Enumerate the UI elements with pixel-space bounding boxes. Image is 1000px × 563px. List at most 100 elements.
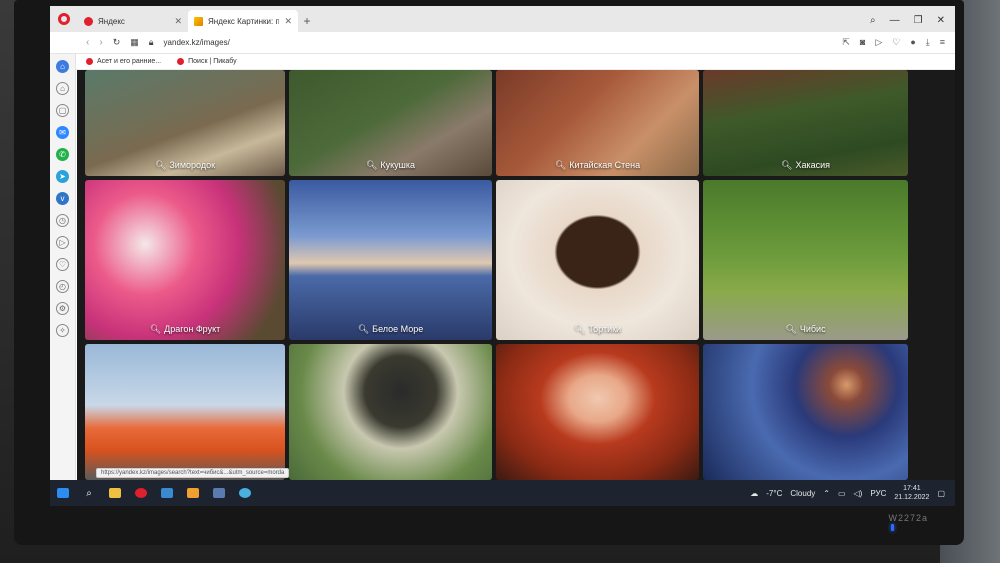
maximize-icon[interactable]: ❐: [914, 15, 923, 26]
heart-icon[interactable]: ♡: [892, 37, 900, 48]
weather-text[interactable]: Cloudy: [790, 489, 815, 498]
image-tile[interactable]: 🔍︎ Китайская Стена: [496, 70, 699, 176]
reload-icon[interactable]: ↻: [113, 37, 121, 48]
bookmark-item[interactable]: Асет и его ранние...: [86, 58, 161, 65]
tab-title: Яндекс Картинки: поиск ...: [208, 16, 280, 26]
tile-caption: 🔍︎ Кукушка: [365, 160, 416, 170]
opera-sidebar: ⌂ ⌂ ▢ ✉ ✆ ➤ v ◷ ▷ ♡ ◴ ⚙ ✧: [50, 54, 76, 480]
tab-yandex[interactable]: Яндекс ✕: [78, 10, 188, 32]
bookmark-item[interactable]: Поиск | Пикабу: [177, 58, 237, 65]
monitor: Яндекс ✕ Яндекс Картинки: поиск ... ✕ + …: [14, 0, 964, 545]
tile-caption: 🔍︎ Хакасия: [781, 160, 830, 170]
bookmark-favicon-icon: [177, 58, 185, 65]
taskbar: ⌕ ☁ -7°C Cloudy ⌃ ▭ ◁) РУС 17:41 21.12.2…: [50, 480, 955, 506]
language-indicator[interactable]: РУС: [870, 489, 886, 498]
file-explorer-icon[interactable]: [102, 480, 128, 506]
url-field[interactable]: yandex.kz/images/: [164, 38, 230, 47]
notifications-icon[interactable]: ▢: [937, 489, 945, 498]
search-icon: 🔍︎: [149, 324, 162, 334]
image-tile[interactable]: 🔍︎ Зимородок: [85, 70, 285, 176]
tab-bar: Яндекс ✕ Яндекс Картинки: поиск ... ✕ + …: [50, 6, 955, 32]
volume-icon[interactable]: ◁): [854, 489, 863, 498]
close-icon[interactable]: ✕: [174, 16, 182, 27]
whatsapp-icon[interactable]: ✆: [56, 148, 69, 161]
windows-start-icon[interactable]: [50, 480, 76, 506]
vk-icon[interactable]: v: [56, 192, 69, 205]
image-grid: 🔍︎ Зимородок 🔍︎ Кукушка 🔍︎ Китайская Стена …: [77, 70, 955, 480]
menu-icon[interactable]: ≡: [940, 37, 945, 48]
clock-icon[interactable]: ◷: [56, 214, 69, 227]
bookmark-favicon-icon: [86, 58, 93, 65]
network-icon[interactable]: ▭: [838, 489, 846, 498]
close-window-icon[interactable]: ✕: [937, 15, 945, 26]
camera-icon[interactable]: ◙: [860, 37, 865, 48]
monitor-brand: W2272a: [888, 513, 928, 523]
history-icon[interactable]: ◴: [56, 280, 69, 293]
forward-icon[interactable]: ›: [99, 37, 102, 48]
search-icon: 🔍︎: [554, 160, 567, 170]
cloud-icon: ☁: [750, 488, 759, 498]
tile-caption: 🔍︎ Тортики: [573, 324, 622, 334]
tile-caption: 🔍︎ Драгон Фрукт: [149, 324, 221, 334]
window-controls: ⌕ — ❐ ✕: [870, 15, 955, 32]
save-icon[interactable]: [206, 480, 232, 506]
opera-logo-icon[interactable]: [50, 6, 78, 32]
image-tile[interactable]: 🔍︎ Хакасия: [703, 70, 908, 176]
close-icon[interactable]: ✕: [284, 16, 292, 27]
new-tab-button[interactable]: +: [298, 10, 316, 32]
grid-icon[interactable]: ▦: [130, 37, 139, 48]
player-icon[interactable]: ▷: [56, 236, 69, 249]
tile-caption: 🔍︎ Китайская Стена: [554, 160, 641, 170]
bookmarks-bar: Асет и его ранние... Поиск | Пикабу: [50, 54, 955, 70]
time: 17:41: [903, 485, 921, 492]
tile-caption: 🔍︎ Зимородок: [154, 160, 216, 170]
yandex-favicon-icon: [84, 16, 93, 26]
search-icon: 🔍︎: [154, 160, 167, 170]
app-icon[interactable]: [180, 480, 206, 506]
power-led: [891, 524, 894, 531]
opera-taskbar-icon[interactable]: [128, 480, 154, 506]
search-icon: 🔍︎: [785, 324, 797, 334]
messenger-icon[interactable]: ✉: [56, 126, 69, 139]
minimize-icon[interactable]: —: [890, 15, 900, 26]
image-tile[interactable]: [289, 344, 492, 480]
status-url: https://yandex.kz/images/search?text=чиб…: [96, 468, 290, 478]
bag-icon[interactable]: ▢: [56, 104, 69, 117]
tab-yandex-images[interactable]: Яндекс Картинки: поиск ... ✕: [188, 10, 298, 32]
address-bar: ‹ › ↻ ▦ 🔒︎ yandex.kz/images/ ⇱ ◙ ▷ ♡ ● ⤓…: [50, 32, 955, 54]
image-tile[interactable]: [85, 344, 285, 480]
tab-title: Яндекс: [98, 16, 125, 26]
image-tile[interactable]: [703, 344, 908, 480]
system-tray: ☁ -7°C Cloudy ⌃ ▭ ◁) РУС 17:41 21.12.202…: [750, 484, 955, 502]
speed-dial-icon[interactable]: ⌂: [56, 82, 69, 95]
weather-temp[interactable]: -7°C: [766, 489, 782, 498]
back-icon[interactable]: ‹: [86, 37, 89, 48]
chevron-up-icon[interactable]: ⌃: [823, 489, 830, 498]
home-icon[interactable]: ⌂: [56, 60, 69, 73]
play-icon[interactable]: ▷: [875, 37, 882, 48]
image-tile[interactable]: [496, 344, 699, 480]
image-tile[interactable]: 🔍︎ Драгон Фрукт: [85, 180, 285, 340]
image-tile[interactable]: 🔍︎ Тортики: [496, 180, 699, 340]
download-icon[interactable]: ⤓: [926, 37, 930, 48]
image-tile[interactable]: 🔍︎ Белое Море: [289, 180, 492, 340]
search-icon: 🔍︎: [365, 160, 378, 170]
search-icon: 🔍︎: [357, 324, 370, 334]
image-tile[interactable]: 🔍︎ Чибис: [703, 180, 908, 340]
mail-icon[interactable]: [154, 480, 180, 506]
search-icon: 🔍︎: [573, 324, 586, 334]
images-favicon-icon: [194, 16, 203, 26]
settings-icon[interactable]: ⚙: [56, 302, 69, 315]
favorites-icon[interactable]: ♡: [56, 258, 69, 271]
photo-scene: Яндекс ✕ Яндекс Картинки: поиск ... ✕ + …: [0, 0, 1000, 563]
telegram-icon[interactable]: ➤: [56, 170, 69, 183]
browser-app-icon[interactable]: [232, 480, 258, 506]
lightbulb-icon[interactable]: ✧: [56, 324, 69, 337]
account-icon[interactable]: ●: [910, 37, 915, 48]
clock[interactable]: 17:41 21.12.2022: [894, 484, 929, 502]
share-icon[interactable]: ⇱: [842, 37, 850, 48]
date: 21.12.2022: [894, 494, 930, 501]
search-icon[interactable]: ⌕: [76, 480, 102, 506]
search-tabs-icon[interactable]: ⌕: [870, 15, 876, 26]
image-tile[interactable]: 🔍︎ Кукушка: [289, 70, 492, 176]
